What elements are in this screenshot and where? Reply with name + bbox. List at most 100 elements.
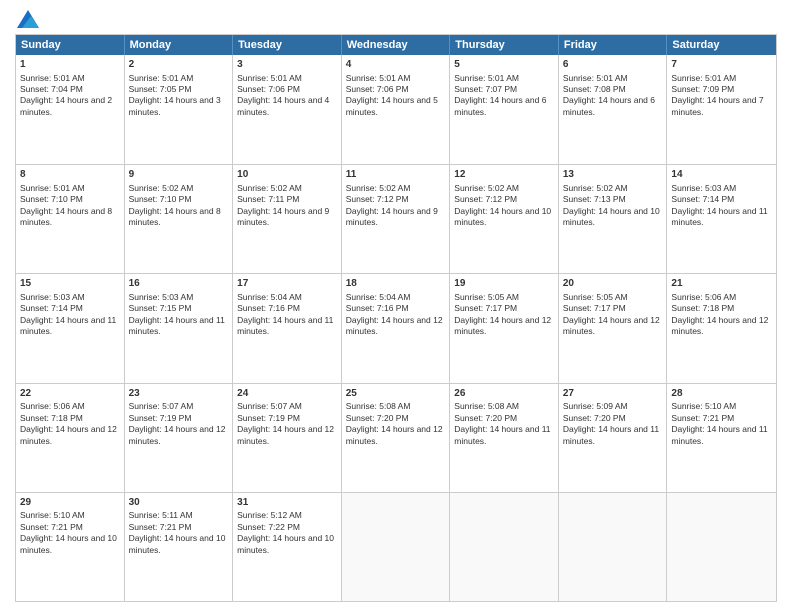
sunrise-text: Sunrise: 5:01 AM (346, 73, 446, 84)
calendar-cell: 10Sunrise: 5:02 AMSunset: 7:11 PMDayligh… (233, 165, 342, 273)
calendar-cell: 28Sunrise: 5:10 AMSunset: 7:21 PMDayligh… (667, 384, 776, 492)
calendar-cell (450, 493, 559, 601)
sunrise-text: Sunrise: 5:01 AM (563, 73, 663, 84)
sunset-text: Sunset: 7:06 PM (346, 84, 446, 95)
sunrise-text: Sunrise: 5:06 AM (20, 401, 120, 412)
sunset-text: Sunset: 7:18 PM (20, 413, 120, 424)
daylight-text: Daylight: 14 hours and 12 minutes. (237, 424, 337, 447)
sunset-text: Sunset: 7:10 PM (129, 194, 229, 205)
daylight-text: Daylight: 14 hours and 9 minutes. (346, 206, 446, 229)
sunset-text: Sunset: 7:05 PM (129, 84, 229, 95)
day-number: 31 (237, 496, 337, 510)
calendar-cell: 19Sunrise: 5:05 AMSunset: 7:17 PMDayligh… (450, 274, 559, 382)
logo-icon (17, 10, 39, 28)
day-number: 30 (129, 496, 229, 510)
header-sunday: Sunday (16, 35, 125, 55)
sunset-text: Sunset: 7:12 PM (454, 194, 554, 205)
sunset-text: Sunset: 7:16 PM (237, 303, 337, 314)
sunrise-text: Sunrise: 5:01 AM (671, 73, 772, 84)
calendar-cell: 22Sunrise: 5:06 AMSunset: 7:18 PMDayligh… (16, 384, 125, 492)
sunset-text: Sunset: 7:19 PM (129, 413, 229, 424)
day-number: 10 (237, 168, 337, 182)
day-number: 3 (237, 58, 337, 72)
calendar-cell: 23Sunrise: 5:07 AMSunset: 7:19 PMDayligh… (125, 384, 234, 492)
page: Sunday Monday Tuesday Wednesday Thursday… (0, 0, 792, 612)
sunset-text: Sunset: 7:21 PM (20, 522, 120, 533)
calendar-cell: 3Sunrise: 5:01 AMSunset: 7:06 PMDaylight… (233, 55, 342, 164)
sunrise-text: Sunrise: 5:02 AM (346, 183, 446, 194)
calendar-cell: 9Sunrise: 5:02 AMSunset: 7:10 PMDaylight… (125, 165, 234, 273)
header-friday: Friday (559, 35, 668, 55)
sunset-text: Sunset: 7:20 PM (454, 413, 554, 424)
sunset-text: Sunset: 7:04 PM (20, 84, 120, 95)
calendar-cell: 11Sunrise: 5:02 AMSunset: 7:12 PMDayligh… (342, 165, 451, 273)
calendar-cell: 8Sunrise: 5:01 AMSunset: 7:10 PMDaylight… (16, 165, 125, 273)
day-number: 19 (454, 277, 554, 291)
daylight-text: Daylight: 14 hours and 11 minutes. (20, 315, 120, 338)
day-number: 2 (129, 58, 229, 72)
header-thursday: Thursday (450, 35, 559, 55)
daylight-text: Daylight: 14 hours and 8 minutes. (20, 206, 120, 229)
calendar-cell: 5Sunrise: 5:01 AMSunset: 7:07 PMDaylight… (450, 55, 559, 164)
sunset-text: Sunset: 7:18 PM (671, 303, 772, 314)
day-number: 4 (346, 58, 446, 72)
sunset-text: Sunset: 7:21 PM (671, 413, 772, 424)
daylight-text: Daylight: 14 hours and 12 minutes. (20, 424, 120, 447)
day-number: 24 (237, 387, 337, 401)
sunrise-text: Sunrise: 5:06 AM (671, 292, 772, 303)
sunset-text: Sunset: 7:13 PM (563, 194, 663, 205)
calendar-week-5: 29Sunrise: 5:10 AMSunset: 7:21 PMDayligh… (16, 492, 776, 601)
sunrise-text: Sunrise: 5:03 AM (20, 292, 120, 303)
sunset-text: Sunset: 7:19 PM (237, 413, 337, 424)
sunset-text: Sunset: 7:17 PM (563, 303, 663, 314)
daylight-text: Daylight: 14 hours and 5 minutes. (346, 95, 446, 118)
header-monday: Monday (125, 35, 234, 55)
daylight-text: Daylight: 14 hours and 12 minutes. (454, 315, 554, 338)
day-number: 20 (563, 277, 663, 291)
sunrise-text: Sunrise: 5:07 AM (237, 401, 337, 412)
calendar-cell: 1Sunrise: 5:01 AMSunset: 7:04 PMDaylight… (16, 55, 125, 164)
calendar-cell: 20Sunrise: 5:05 AMSunset: 7:17 PMDayligh… (559, 274, 668, 382)
day-number: 23 (129, 387, 229, 401)
calendar-week-3: 15Sunrise: 5:03 AMSunset: 7:14 PMDayligh… (16, 273, 776, 382)
sunset-text: Sunset: 7:10 PM (20, 194, 120, 205)
daylight-text: Daylight: 14 hours and 4 minutes. (237, 95, 337, 118)
sunset-text: Sunset: 7:08 PM (563, 84, 663, 95)
sunset-text: Sunset: 7:07 PM (454, 84, 554, 95)
calendar-week-4: 22Sunrise: 5:06 AMSunset: 7:18 PMDayligh… (16, 383, 776, 492)
daylight-text: Daylight: 14 hours and 12 minutes. (346, 424, 446, 447)
day-number: 13 (563, 168, 663, 182)
day-number: 11 (346, 168, 446, 182)
day-number: 9 (129, 168, 229, 182)
calendar-cell: 21Sunrise: 5:06 AMSunset: 7:18 PMDayligh… (667, 274, 776, 382)
sunrise-text: Sunrise: 5:11 AM (129, 510, 229, 521)
daylight-text: Daylight: 14 hours and 12 minutes. (671, 315, 772, 338)
daylight-text: Daylight: 14 hours and 9 minutes. (237, 206, 337, 229)
sunrise-text: Sunrise: 5:01 AM (20, 73, 120, 84)
calendar: Sunday Monday Tuesday Wednesday Thursday… (15, 34, 777, 602)
day-number: 12 (454, 168, 554, 182)
sunrise-text: Sunrise: 5:03 AM (129, 292, 229, 303)
calendar-cell: 13Sunrise: 5:02 AMSunset: 7:13 PMDayligh… (559, 165, 668, 273)
sunset-text: Sunset: 7:15 PM (129, 303, 229, 314)
sunrise-text: Sunrise: 5:08 AM (454, 401, 554, 412)
header-saturday: Saturday (667, 35, 776, 55)
sunset-text: Sunset: 7:20 PM (346, 413, 446, 424)
sunrise-text: Sunrise: 5:02 AM (454, 183, 554, 194)
sunset-text: Sunset: 7:16 PM (346, 303, 446, 314)
daylight-text: Daylight: 14 hours and 2 minutes. (20, 95, 120, 118)
day-number: 16 (129, 277, 229, 291)
logo (15, 10, 39, 28)
sunrise-text: Sunrise: 5:02 AM (129, 183, 229, 194)
sunrise-text: Sunrise: 5:02 AM (237, 183, 337, 194)
day-number: 1 (20, 58, 120, 72)
sunset-text: Sunset: 7:17 PM (454, 303, 554, 314)
sunset-text: Sunset: 7:06 PM (237, 84, 337, 95)
daylight-text: Daylight: 14 hours and 11 minutes. (671, 424, 772, 447)
day-number: 26 (454, 387, 554, 401)
calendar-cell: 12Sunrise: 5:02 AMSunset: 7:12 PMDayligh… (450, 165, 559, 273)
calendar-cell (667, 493, 776, 601)
sunrise-text: Sunrise: 5:10 AM (671, 401, 772, 412)
calendar-week-1: 1Sunrise: 5:01 AMSunset: 7:04 PMDaylight… (16, 55, 776, 164)
sunrise-text: Sunrise: 5:01 AM (20, 183, 120, 194)
